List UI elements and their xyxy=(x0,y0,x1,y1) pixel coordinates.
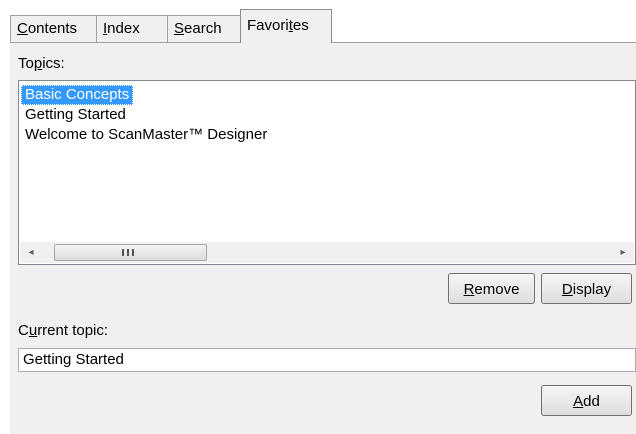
remove-button-key: R xyxy=(463,281,475,298)
current-topic-label-key: u xyxy=(28,322,38,339)
display-button[interactable]: Display xyxy=(541,273,632,304)
current-topic-label-pre: C xyxy=(18,322,29,339)
add-button-post: dd xyxy=(583,393,600,410)
scroll-grip-icon xyxy=(122,249,134,256)
current-topic-field[interactable]: Getting Started xyxy=(18,348,636,372)
tab-index-post: ndex xyxy=(107,20,140,37)
remove-button[interactable]: Remove xyxy=(448,273,535,304)
current-topic-label: Current topic: xyxy=(18,322,108,339)
horizontal-scrollbar[interactable]: ◂ ▸ xyxy=(20,242,634,263)
tab-strip: Contents Index Search Favorites xyxy=(10,9,636,43)
topics-list: Basic Concepts Getting Started Welcome t… xyxy=(21,85,635,145)
list-item-getting-started[interactable]: Getting Started xyxy=(21,105,130,125)
tab-contents[interactable]: Contents xyxy=(10,15,97,42)
tab-contents-key: C xyxy=(17,20,28,37)
tab-contents-post: ontents xyxy=(27,20,78,37)
add-button-key: A xyxy=(573,393,584,410)
topics-label-pre: To xyxy=(18,55,34,72)
tab-search-key: S xyxy=(174,20,185,37)
tab-index[interactable]: Index xyxy=(96,15,168,42)
scroll-thumb[interactable] xyxy=(54,244,207,261)
tab-favorites-pre: Favori xyxy=(247,17,289,34)
scroll-right-arrow-icon[interactable]: ▸ xyxy=(614,242,632,263)
list-item-basic-concepts[interactable]: Basic Concepts xyxy=(21,85,134,105)
tab-search[interactable]: Search xyxy=(167,15,242,42)
list-item-welcome[interactable]: Welcome to ScanMaster™ Designer xyxy=(21,125,271,145)
remove-button-post: emove xyxy=(474,281,520,298)
tab-favorites-post: es xyxy=(292,17,309,34)
topics-label-post: ics: xyxy=(42,55,65,72)
add-button[interactable]: Add xyxy=(541,385,632,416)
tab-favorites[interactable]: Favorites xyxy=(240,9,332,43)
topics-label: Topics: xyxy=(18,55,65,72)
display-button-key: D xyxy=(561,281,573,298)
display-button-post: isplay xyxy=(572,281,612,298)
current-topic-label-post: rrent topic: xyxy=(37,322,109,339)
topics-listbox[interactable]: Basic Concepts Getting Started Welcome t… xyxy=(18,80,636,265)
scroll-left-arrow-icon[interactable]: ◂ xyxy=(22,242,40,263)
topics-label-key: p xyxy=(33,55,43,72)
tab-search-post: earch xyxy=(184,20,222,37)
